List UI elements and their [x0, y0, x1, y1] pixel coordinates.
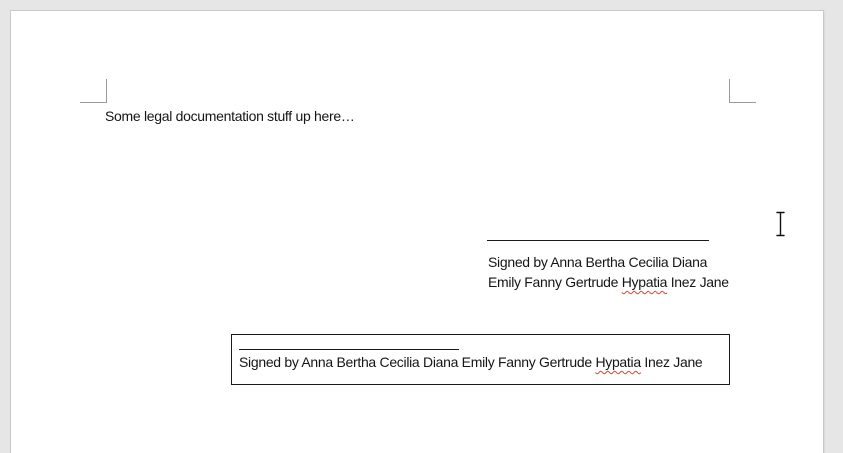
- intro-paragraph[interactable]: Some legal documentation stuff up here…: [105, 106, 355, 126]
- signature-caption-2-before: Signed by Anna Bertha Cecilia Diana Emil…: [239, 354, 595, 370]
- document-page[interactable]: Some legal documentation stuff up here… …: [10, 10, 824, 453]
- ibeam-cursor-icon: [774, 211, 787, 237]
- signature-caption-2: Signed by Anna Bertha Cecilia Diana Emil…: [239, 352, 702, 372]
- signature-line-1[interactable]: [487, 240, 709, 241]
- margin-crop-mark-top-left-icon: [80, 79, 107, 103]
- misspelled-word-hypatia: Hypatia: [622, 274, 667, 290]
- signature-caption-1-line2-before: Emily Fanny Gertrude: [488, 274, 622, 290]
- misspelled-word-hypatia-2: Hypatia: [595, 354, 640, 370]
- signature-line-2: [239, 349, 459, 350]
- signature-caption-1-line1: Signed by Anna Bertha Cecilia Diana: [488, 254, 707, 270]
- signature-caption-1[interactable]: Signed by Anna Bertha Cecilia Diana Emil…: [488, 252, 729, 292]
- signature-caption-2-after: Inez Jane: [641, 354, 703, 370]
- word-editing-canvas: Some legal documentation stuff up here… …: [0, 0, 843, 453]
- margin-crop-mark-top-right-icon: [729, 79, 756, 103]
- signature-caption-1-line2-after: Inez Jane: [667, 274, 729, 290]
- signature-text-box[interactable]: Signed by Anna Bertha Cecilia Diana Emil…: [231, 334, 730, 385]
